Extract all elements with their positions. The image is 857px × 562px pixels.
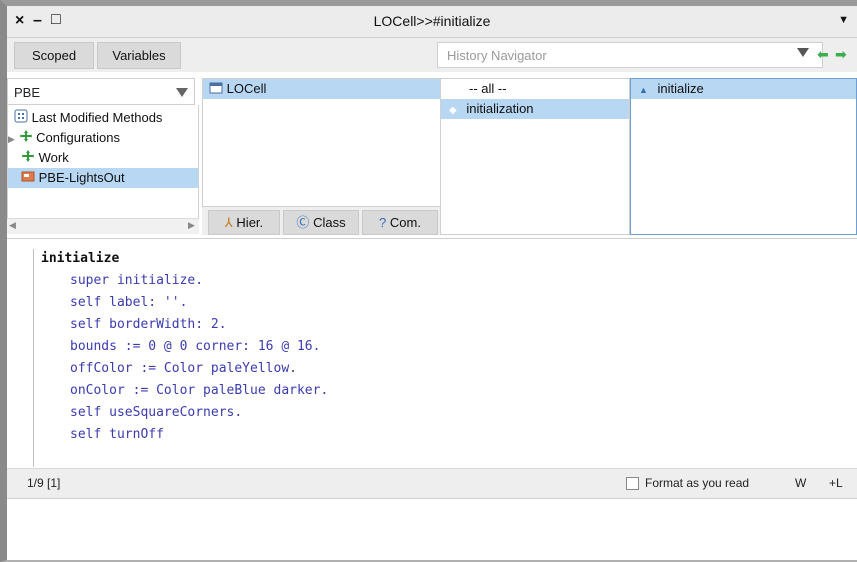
status-bar: 1/9 [1] Format as you read W +L [7,468,857,498]
package-scrollbar[interactable]: ◀ ▶ [7,218,199,234]
bottom-panel [7,498,857,560]
class-label: Class [313,215,346,230]
class-icon [209,80,223,100]
hier-label: Hier. [236,215,264,230]
history-navigator-placeholder: History Navigator [447,48,547,63]
code-line-4: bounds := 0 @ 0 corner: 16 @ 16. [70,339,321,354]
package-item-configurations[interactable]: ▶ Configurations [8,128,120,148]
code-line-5: offColor := Color paleYellow. [70,361,297,376]
expand-arrow-icon[interactable]: ▶ [8,134,15,144]
protocol-item-label: initialization [466,101,534,116]
method-item-label: initialize [657,81,704,96]
protocol-list: -- all -- ◆ initialization [440,78,630,235]
class-list: LOCell [202,78,444,207]
toolbar: Scoped Variables History Navigator ⬅ ➡ [7,38,857,72]
package-filter-combo[interactable]: PBE [7,78,195,105]
package-item-label: Configurations [36,130,120,145]
window-menu-icon[interactable]: ▼ [838,14,849,26]
package-item-last-modified[interactable]: Last Modified Methods [14,108,162,128]
line-numbers-toggle[interactable]: +L [829,476,843,490]
method-list: ▲ initialize [630,78,857,235]
code-line-8: self turnOff [70,427,164,442]
code-line-2: self label: ''. [70,295,188,310]
scroll-right-icon[interactable]: ▶ [188,220,195,231]
package-item-label: Last Modified Methods [31,110,163,125]
grid-icon [14,109,28,129]
hier-button[interactable]: ⅄ Hier. [208,210,280,235]
override-up-icon: ▲ [639,85,648,95]
history-dropdown-icon[interactable] [797,48,809,57]
package-item-work[interactable]: Work [21,148,69,168]
protocol-item-initialization[interactable]: ◆ initialization [441,99,629,119]
scoped-button[interactable]: Scoped [14,42,94,69]
protocol-item-all[interactable]: -- all -- [469,79,507,99]
code-gutter [33,249,34,467]
question-icon: ? [379,215,387,230]
com-label: Com. [389,215,421,230]
package-item-pbe-lightsout[interactable]: PBE-LightsOut [8,168,198,188]
code-line-7: self useSquareCorners. [70,405,243,420]
config-icon [21,149,35,169]
hierarchy-icon: ⅄ [224,215,233,230]
package-item-label: PBE-LightsOut [38,170,125,185]
code-line-1: super initialize. [70,273,204,288]
method-item-initialize[interactable]: ▲ initialize [631,79,856,99]
variables-button[interactable]: Variables [97,42,181,69]
title-bar: × – □ LOCell>>#initialize ▼ [7,6,857,38]
code-line-6: onColor := Color paleBlue darker. [70,383,329,398]
window-title: LOCell>>#initialize [373,13,491,29]
wrap-toggle[interactable]: W [795,476,806,490]
format-as-you-read-label: Format as you read [645,476,750,490]
config-icon [19,129,33,149]
history-forward-icon[interactable]: ➡ [835,46,847,63]
history-navigator-input[interactable]: History Navigator [437,42,823,68]
chevron-down-icon[interactable] [176,88,188,97]
class-side-button[interactable]: Ⓒ Class [283,210,359,235]
code-line-3: self borderWidth: 2. [70,317,227,332]
history-back-icon[interactable]: ⬅ [817,46,829,63]
cursor-position: 1/9 [1] [27,476,61,490]
package-filter-value: PBE [14,85,41,100]
class-item-locell[interactable]: LOCell [203,79,443,99]
format-as-you-read-checkbox[interactable] [626,477,639,490]
class-view-tabs: ⅄ Hier. Ⓒ Class ? Com. [202,207,444,235]
code-editor[interactable]: initialize super initialize. self label:… [7,238,857,468]
package-icon [21,169,35,189]
browser-window: × – □ LOCell>>#initialize ▼ Scoped Varia… [0,0,857,562]
diamond-icon: ◆ [449,105,457,116]
package-item-label: Work [38,150,69,165]
comment-button[interactable]: ? Com. [362,210,438,235]
scroll-left-icon[interactable]: ◀ [9,220,16,231]
class-c-icon: Ⓒ [296,215,310,230]
class-item-label: LOCell [226,81,267,96]
code-line-selector: initialize [41,251,120,266]
package-list: Last Modified Methods ▶ Configurations W… [7,105,199,234]
